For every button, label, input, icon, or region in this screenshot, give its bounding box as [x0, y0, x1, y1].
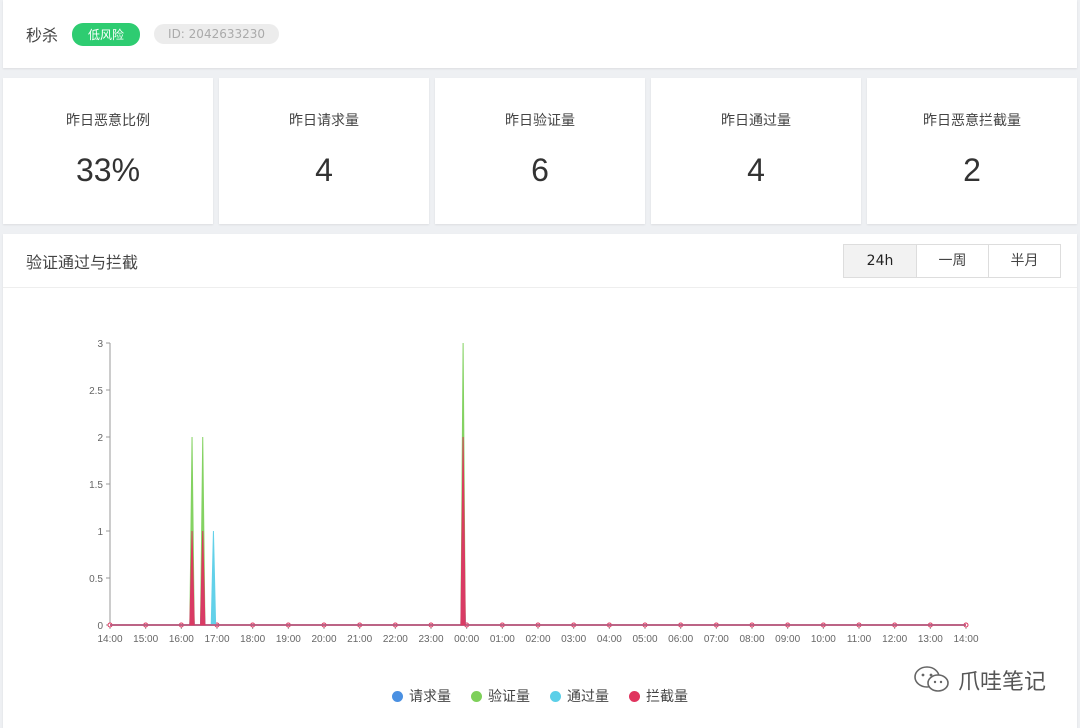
stat-label: 昨日验证量 — [505, 113, 575, 129]
x-tick-label: 02:00 — [525, 634, 550, 645]
time-range-tabs: 24h 一周 半月 — [843, 243, 1061, 278]
x-tick-label: 11:00 — [847, 634, 872, 645]
legend-item-verifications[interactable]: 验证量 — [471, 686, 530, 706]
x-tick-label: 12:00 — [882, 634, 907, 645]
app-name: 秒杀 — [26, 26, 59, 45]
legend-dot-blocked — [629, 690, 640, 702]
stat-value: 6 — [531, 152, 549, 188]
x-tick-label: 06:00 — [668, 634, 693, 645]
x-tick-label: 18:00 — [240, 634, 265, 645]
stat-value: 33% — [75, 152, 141, 188]
legend-dot-passes — [550, 690, 561, 702]
x-tick-label: 07:00 — [704, 634, 729, 645]
y-tick-label: 0.5 — [89, 574, 103, 585]
x-tick-label: 03:00 — [561, 634, 586, 645]
stat-value: 2 — [963, 152, 981, 188]
stat-value: 4 — [747, 152, 765, 188]
x-tick-label: 14:00 — [97, 634, 122, 645]
chart-title: 验证通过与拦截 — [26, 252, 139, 272]
stat-value: 4 — [315, 152, 333, 188]
tab-week[interactable]: 一周 — [916, 244, 988, 277]
y-tick-label: 1 — [97, 527, 103, 538]
stat-card-passes: 昨日通过量 4 — [651, 78, 861, 224]
stat-card-verifications: 昨日验证量 6 — [435, 78, 645, 224]
tab-24h[interactable]: 24h — [844, 244, 916, 277]
stat-label: 昨日恶意比例 — [66, 113, 150, 129]
legend-item-requests[interactable]: 请求量 — [392, 686, 451, 706]
y-tick-label: 1.5 — [89, 480, 103, 491]
stat-card-blocked: 昨日恶意拦截量 2 — [867, 78, 1077, 224]
x-tick-label: 10:00 — [811, 634, 836, 645]
x-tick-label: 15:00 — [133, 634, 158, 645]
stat-label: 昨日恶意拦截量 — [923, 113, 1021, 129]
watermark: 爪哇笔记 — [912, 664, 1046, 696]
x-tick-label: 09:00 — [775, 634, 800, 645]
x-tick-label: 13:00 — [918, 634, 943, 645]
stat-card-malicious-ratio: 昨日恶意比例 33% — [3, 78, 213, 224]
x-tick-label: 22:00 — [383, 634, 408, 645]
x-tick-label: 05:00 — [632, 634, 657, 645]
legend-label: 拦截量 — [646, 689, 688, 705]
watermark-text: 爪哇笔记 — [957, 670, 1046, 695]
y-tick-label: 3 — [97, 339, 103, 350]
wechat-icon — [914, 666, 949, 692]
chart-header: 验证通过与拦截 24h 一周 半月 — [3, 234, 1077, 288]
x-tick-label: 04:00 — [597, 634, 622, 645]
tab-half-month[interactable]: 半月 — [988, 244, 1060, 277]
x-tick-label: 20:00 — [311, 634, 336, 645]
x-tick-label: 08:00 — [739, 634, 764, 645]
series-spike — [210, 530, 217, 626]
legend-dot-requests — [392, 690, 403, 702]
legend-item-blocked[interactable]: 拦截量 — [629, 686, 688, 706]
series-spike — [460, 436, 466, 626]
app-header: 秒杀 低风险 ID: 2042633230 — [3, 0, 1077, 68]
stat-label: 昨日通过量 — [721, 113, 791, 129]
y-tick-label: 2.5 — [89, 386, 103, 397]
legend-label: 验证量 — [488, 689, 530, 705]
y-tick-label: 2 — [97, 433, 103, 444]
x-tick-label: 17:00 — [204, 634, 229, 645]
legend-label: 请求量 — [409, 689, 451, 705]
risk-level-badge: 低风险 — [72, 22, 141, 46]
legend-label: 通过量 — [567, 689, 609, 705]
x-tick-label: 19:00 — [276, 634, 301, 645]
x-tick-label: 21:00 — [347, 634, 372, 645]
stats-row: 昨日恶意比例 33% 昨日请求量 4 昨日验证量 6 昨日通过量 4 昨日恶意拦… — [3, 78, 1077, 224]
x-tick-label: 16:00 — [169, 634, 194, 645]
y-tick-label: 0 — [97, 621, 103, 632]
x-tick-label: 01:00 — [490, 634, 515, 645]
legend-item-passes[interactable]: 通过量 — [550, 686, 609, 706]
x-tick-label: 00:00 — [454, 634, 479, 645]
app-id-badge: ID: 2042633230 — [154, 24, 280, 44]
verification-chart: 0 0.5 1 1.5 2 2.5 3 14:00 15:00 16:00 17:00 18:00 19… — [89, 339, 979, 645]
stat-card-requests: 昨日请求量 4 — [219, 78, 429, 224]
x-tick-label: 23:00 — [418, 634, 443, 645]
x-tick-label: 14:00 — [953, 634, 978, 645]
chart-panel: 验证通过与拦截 24h 一周 半月 0 0.5 1 1.5 2 2.5 3 14:00 15:0… — [3, 234, 1077, 728]
legend-dot-verifications — [471, 690, 482, 702]
stat-label: 昨日请求量 — [289, 113, 359, 129]
